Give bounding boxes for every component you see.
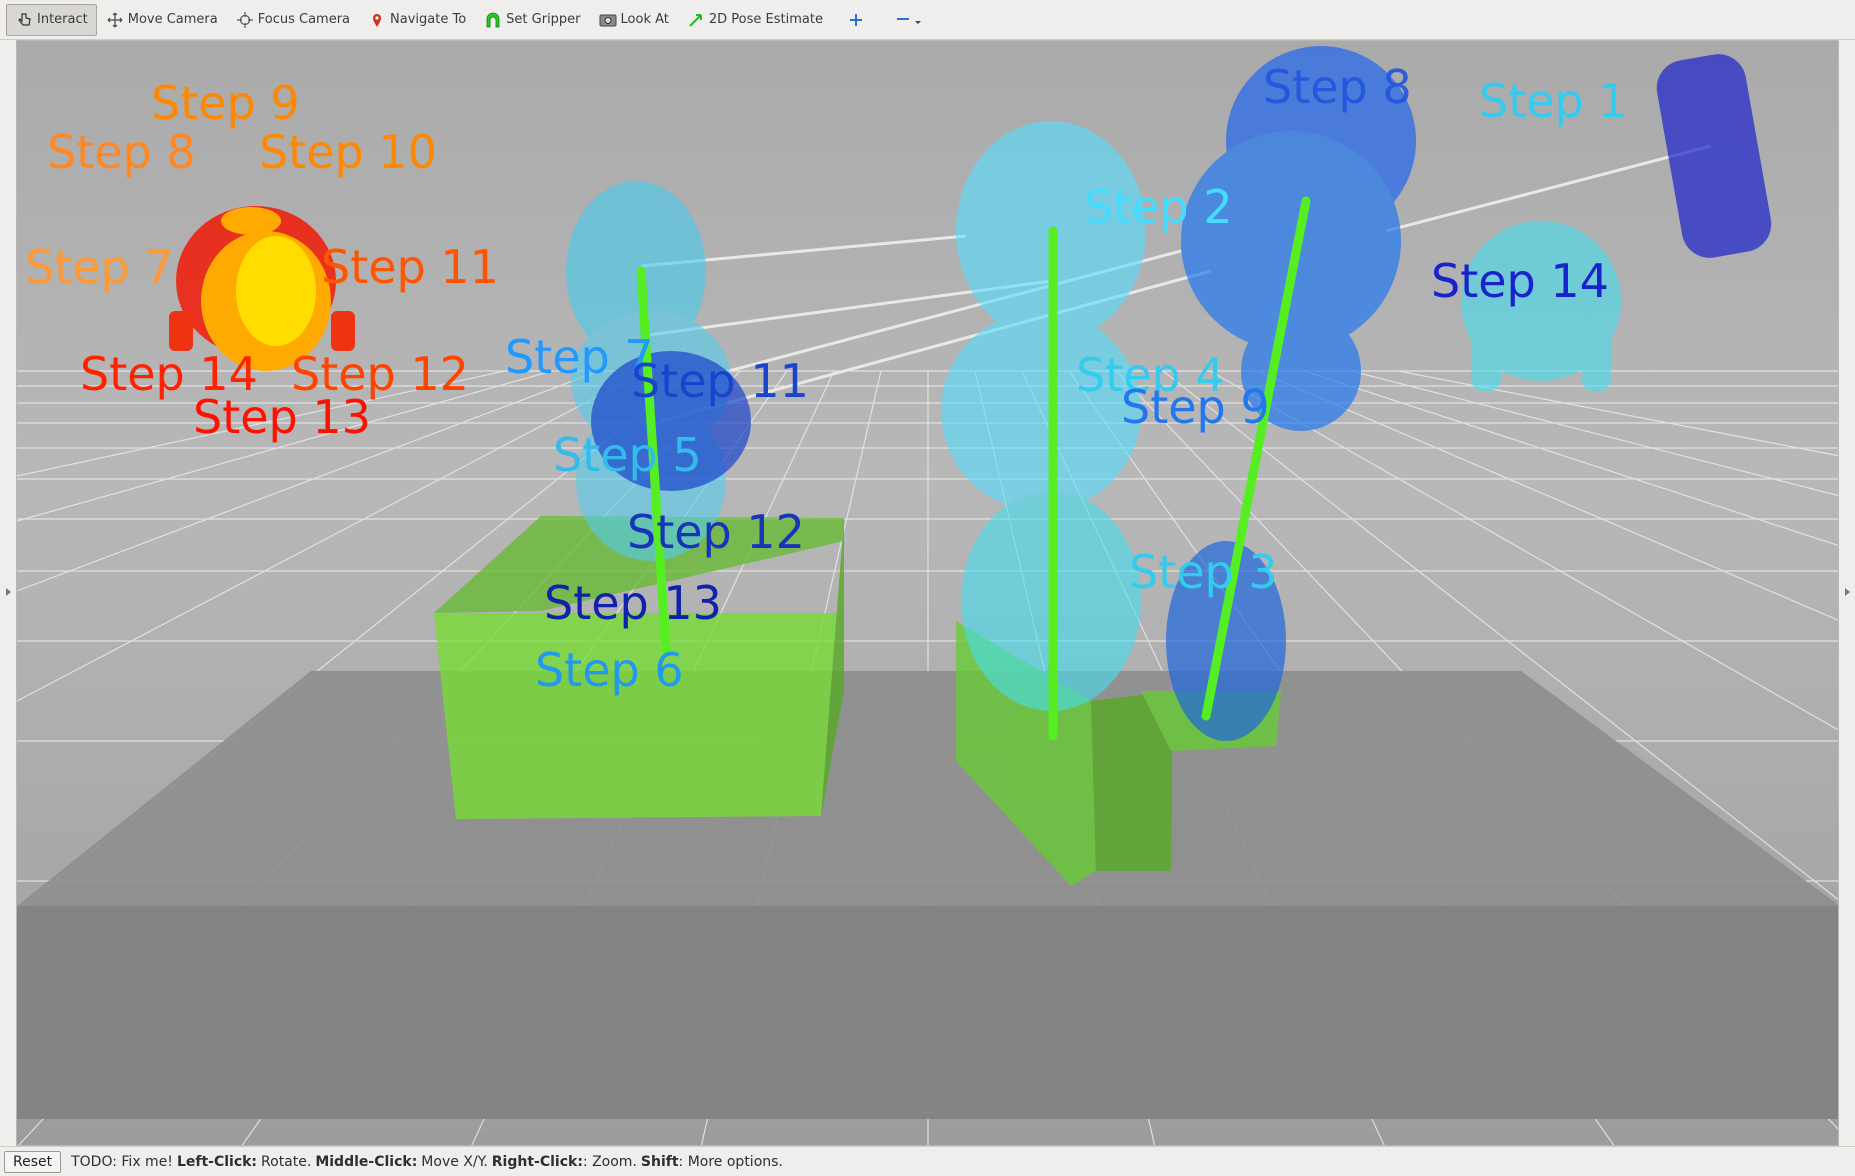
step-label: Step 11 <box>321 240 499 294</box>
add-tool-button[interactable] <box>832 4 884 36</box>
status-key: Middle-Click: <box>315 1153 418 1170</box>
floor-plate <box>17 671 1838 1119</box>
step-label: Step 3 <box>1129 545 1278 599</box>
step-label: Step 5 <box>553 428 702 482</box>
status-todo: TODO: Fix me! <box>71 1153 173 1170</box>
tool-set-gripper[interactable]: Set Gripper <box>475 4 589 36</box>
status-action: : Zoom. <box>582 1153 637 1170</box>
tool-interact[interactable]: Interact <box>6 3 97 36</box>
status-bar: Reset TODO: Fix me! Left-Click: Rotate. … <box>0 1146 1855 1176</box>
tool-focus-camera[interactable]: Focus Camera <box>227 4 359 36</box>
tool-label: Interact <box>37 12 88 27</box>
step-label: Step 7 <box>25 240 174 294</box>
status-key: Right-Click: <box>491 1153 583 1170</box>
tool-label: Focus Camera <box>257 12 351 27</box>
tool-2d-pose-estimate[interactable]: 2D Pose Estimate <box>678 4 832 36</box>
toolbar: Interact Move Camera Focus Camera Naviga… <box>0 0 1855 40</box>
camera-icon <box>599 11 617 29</box>
step-label: Step 9 <box>151 76 300 130</box>
green-arrow-icon <box>687 11 705 29</box>
step-label: Step 14 <box>1431 254 1609 308</box>
tool-label: Navigate To <box>390 12 467 27</box>
move-camera-icon <box>106 11 124 29</box>
tool-label: Set Gripper <box>506 12 581 27</box>
step-label: Step 10 <box>259 125 437 179</box>
step-label: Step 2 <box>1084 180 1233 234</box>
step-label: Step 13 <box>544 576 722 630</box>
status-action: : More options. <box>678 1153 783 1170</box>
remove-tool-button[interactable] <box>884 4 938 36</box>
status-key: Left-Click: <box>176 1153 258 1170</box>
left-panel-handle[interactable] <box>0 40 16 1146</box>
map-pin-icon <box>368 11 386 29</box>
step-label: Step 8 <box>1263 60 1412 114</box>
status-key: Shift <box>640 1153 679 1170</box>
step-label: Step 6 <box>535 643 684 697</box>
plus-icon <box>847 11 865 29</box>
step-label: Step 9 <box>1121 380 1270 434</box>
tool-label: 2D Pose Estimate <box>708 12 823 27</box>
tool-move-camera[interactable]: Move Camera <box>97 4 227 36</box>
step-label: Step 8 <box>47 125 196 179</box>
gripper-icon <box>484 11 502 29</box>
tool-navigate-to[interactable]: Navigate To <box>359 4 475 36</box>
status-action: Move X/Y. <box>421 1153 488 1170</box>
step-label: Step 12 <box>627 505 805 559</box>
hand-cursor-icon <box>15 11 33 29</box>
reset-button[interactable]: Reset <box>4 1150 62 1173</box>
step-label: Step 13 <box>193 390 371 444</box>
tool-label: Move Camera <box>127 12 218 27</box>
tool-label: Look At <box>620 12 669 27</box>
step-label: Step 1 <box>1479 74 1628 128</box>
step-label: Step 11 <box>631 354 809 408</box>
right-panel-handle[interactable] <box>1839 40 1855 1146</box>
crosshair-icon <box>236 11 254 29</box>
3d-render-viewport[interactable]: Step 8 Step 1 Step 9 Step 8 Step 10 Step… <box>16 40 1839 1146</box>
minus-dropdown-icon <box>895 11 923 29</box>
status-action: Rotate. <box>261 1153 312 1170</box>
tool-look-at[interactable]: Look At <box>590 4 678 36</box>
